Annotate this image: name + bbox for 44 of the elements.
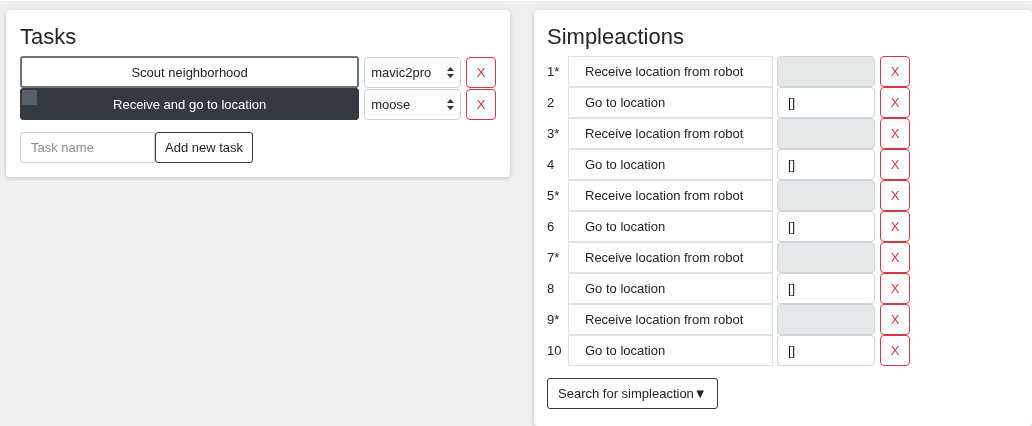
delete-button[interactable]: X bbox=[466, 56, 496, 88]
action-name-cell: Go to location bbox=[568, 211, 773, 242]
row-number: 7* bbox=[547, 250, 561, 265]
action-name-cell: Receive location from robot bbox=[568, 118, 773, 149]
action-name-cell: Go to location bbox=[568, 87, 773, 118]
delete-button[interactable]: X bbox=[466, 88, 496, 120]
add-task-button[interactable]: Add new task bbox=[155, 132, 254, 163]
row-number: 6 bbox=[547, 219, 556, 234]
delete-button[interactable]: X bbox=[880, 87, 910, 118]
action-name-cell: Receive location from robot bbox=[568, 242, 773, 273]
panel-title: Tasks bbox=[20, 23, 78, 51]
row-number: 8 bbox=[547, 281, 556, 296]
sort-arrows-icon bbox=[447, 66, 455, 78]
row-number: 10 bbox=[547, 343, 563, 358]
row-number: 9* bbox=[547, 312, 561, 327]
action-name-cell: Receive location from robot bbox=[568, 180, 773, 211]
parameter-field[interactable]: [] bbox=[777, 149, 875, 180]
drag-handle[interactable] bbox=[22, 90, 37, 105]
task-button[interactable]: Scout neighborhood bbox=[20, 56, 360, 88]
delete-button[interactable]: X bbox=[880, 335, 910, 366]
row-number: 2 bbox=[547, 95, 556, 110]
action-name-cell: Go to location bbox=[568, 273, 773, 304]
action-name-cell: Go to location bbox=[568, 335, 773, 366]
task-name-field[interactable]: Task name bbox=[20, 132, 155, 163]
delete-button[interactable]: X bbox=[880, 273, 910, 304]
action-name-cell: Receive location from robot bbox=[568, 304, 773, 335]
robot-select[interactable]: mavic2pro bbox=[364, 56, 462, 88]
robot-select[interactable]: moose bbox=[364, 88, 462, 120]
parameter-field[interactable]: [] bbox=[777, 211, 875, 242]
delete-button[interactable]: X bbox=[880, 211, 910, 242]
row-number: 3* bbox=[547, 126, 561, 141]
row-number: 1* bbox=[547, 64, 561, 79]
row-number: 5* bbox=[547, 188, 561, 203]
panel-title: Simpleactions bbox=[547, 23, 685, 51]
action-name-cell: Receive location from robot bbox=[568, 56, 773, 87]
parameter-field[interactable]: [] bbox=[777, 273, 875, 304]
delete-button[interactable]: X bbox=[880, 149, 910, 180]
task-button[interactable]: Receive and go to location bbox=[20, 88, 360, 120]
row-number: 4 bbox=[547, 157, 556, 172]
parameter-field[interactable]: [] bbox=[777, 87, 875, 118]
search-simpleaction-button[interactable]: Search for simpleaction▼ bbox=[547, 378, 718, 409]
action-name-cell: Go to location bbox=[568, 149, 773, 180]
sort-arrows-icon bbox=[447, 98, 455, 110]
parameter-field[interactable]: [] bbox=[777, 335, 875, 366]
